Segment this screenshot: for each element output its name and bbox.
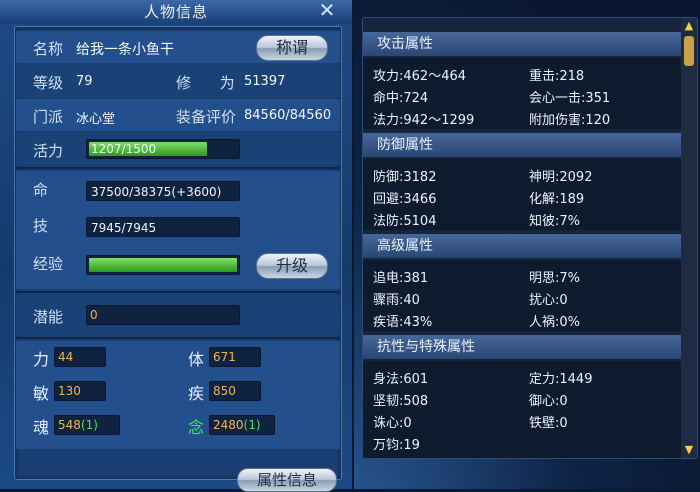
sect-row: 门派 冰心堂 装备评价 84560/84560 <box>16 99 340 131</box>
divine-attr: 神明:2092 <box>529 170 593 185</box>
accuracy-attr: 命中:724 <box>373 91 429 106</box>
soul-value: 548(1) <box>54 415 120 435</box>
evasion-attr: 回避:3466 <box>373 192 437 207</box>
insight-attr: 知彼:7% <box>529 214 581 229</box>
close-icon[interactable]: ✕ <box>316 0 338 20</box>
defense-attr: 防御:3182 <box>373 170 437 185</box>
resource-block: 命 37500/38375(+3600) 技 7945/7945 经验 升级 <box>16 171 340 289</box>
hp-value: 37500/38375(+3600) <box>86 181 240 201</box>
rainstorm-attr: 骤雨:40 <box>373 293 420 308</box>
character-info-body: 名称 给我一条小鱼干 称谓 等级 79 修 为 51397 门派 冰心堂 装备评… <box>14 26 342 480</box>
title-button[interactable]: 称谓 <box>256 35 328 61</box>
constitution-value: 671 <box>209 347 261 367</box>
advanced-body: 追电:381 明思:7% 骤雨:40 扰心:0 疾语:43% 人祸:0% <box>363 260 681 331</box>
extra-damage-attr: 附加伤害:120 <box>529 113 611 128</box>
level-value: 79 <box>76 74 93 89</box>
attribute-info-tab[interactable]: 属性信息 <box>237 468 337 492</box>
clear-thought-attr: 明思:7% <box>529 271 581 286</box>
heavy-force-attr: 万钧:19 <box>373 438 420 453</box>
exp-label: 经验 <box>33 255 64 273</box>
equip-score-value: 84560/84560 <box>244 108 332 123</box>
scroll-up-icon[interactable]: ▲ <box>681 18 697 34</box>
potential-value: 0 <box>86 305 240 325</box>
skill-value: 7945/7945 <box>86 217 240 237</box>
title-bar[interactable]: 人物信息 ✕ <box>0 0 352 24</box>
guard-mind-attr: 御心:0 <box>529 394 568 409</box>
crit-hit-attr: 重击:218 <box>529 69 585 84</box>
attack-body: 攻力:462～464 重击:218 命中:724 会心一击:351 法力:942… <box>363 58 681 129</box>
disaster-attr: 人祸:0% <box>529 315 581 330</box>
level-row: 等级 79 修 为 51397 <box>16 65 340 97</box>
stats-block: 力 44 体 671 敏 130 疾 850 魂 548(1) 念 2480(1… <box>16 341 340 449</box>
exp-bar <box>86 255 240 275</box>
divider <box>16 337 340 339</box>
equip-score-label: 装备评价 <box>176 108 237 126</box>
mind-bonus: (1) <box>243 418 261 432</box>
scrollbar[interactable]: ▲ ▼ <box>681 18 697 458</box>
cultivation-value: 51397 <box>244 74 286 89</box>
character-name: 给我一条小鱼干 <box>76 42 174 58</box>
defense-body: 防御:3182 神明:2092 回避:3466 化解:189 法防:5104 知… <box>363 159 681 230</box>
constitution-label: 体 <box>188 350 205 369</box>
pierce-mind-attr: 诛心:0 <box>373 416 412 431</box>
speed-value: 850 <box>209 381 261 401</box>
potential-label: 潜能 <box>33 308 64 326</box>
magic-attr: 法力:942～1299 <box>373 113 475 128</box>
iron-wall-attr: 铁壁:0 <box>529 416 568 431</box>
sect-label: 门派 <box>33 108 64 126</box>
attack-header: 攻击属性 <box>363 32 681 56</box>
chase-lightning-attr: 追电:381 <box>373 271 429 286</box>
mind-value: 2480(1) <box>209 415 275 435</box>
name-row: 名称 给我一条小鱼干 称谓 <box>16 31 340 63</box>
sect-value: 冰心堂 <box>76 112 116 127</box>
composure-attr: 定力:1449 <box>529 372 593 387</box>
vitality-bar: 1207/1500 <box>86 139 240 159</box>
toughness-attr: 坚韧:508 <box>373 394 429 409</box>
agility-label: 敏 <box>33 384 50 403</box>
potential-row: 潜能 0 <box>16 295 340 335</box>
level-label: 等级 <box>33 74 64 92</box>
speed-label: 疾 <box>188 384 205 403</box>
soul-label: 魂 <box>33 418 50 437</box>
divider <box>16 167 340 169</box>
agility-value: 130 <box>54 381 106 401</box>
swift-words-attr: 疾语:43% <box>373 315 433 330</box>
agility-move-attr: 身法:601 <box>373 372 429 387</box>
scroll-down-icon[interactable]: ▼ <box>681 442 697 458</box>
scroll-thumb[interactable] <box>684 36 694 66</box>
character-info-panel: 人物信息 ✕ 名称 给我一条小鱼干 称谓 等级 79 修 为 51397 门派 … <box>0 0 354 489</box>
soul-bonus: (1) <box>80 418 98 432</box>
upgrade-button[interactable]: 升级 <box>256 253 328 279</box>
vitality-label: 活力 <box>33 142 64 160</box>
dissolve-attr: 化解:189 <box>529 192 585 207</box>
cultivation-label: 修 为 <box>176 74 235 92</box>
magic-defense-attr: 法防:5104 <box>373 214 437 229</box>
resist-header: 抗性与特殊属性 <box>363 335 681 359</box>
window-title: 人物信息 <box>143 3 208 21</box>
mind-base: 2480 <box>213 418 244 432</box>
exp-fill <box>89 258 237 272</box>
resist-body: 身法:601 定力:1449 坚韧:508 御心:0 诛心:0 铁壁:0 万钧:… <box>363 361 681 458</box>
strength-label: 力 <box>33 350 50 369</box>
strength-value: 44 <box>54 347 106 367</box>
defense-header: 防御属性 <box>363 133 681 157</box>
hp-label: 命 <box>33 181 49 199</box>
attack-attr: 攻力:462～464 <box>373 69 467 84</box>
divider <box>16 291 340 293</box>
vitality-value: 1207/1500 <box>91 142 157 156</box>
advanced-header: 高级属性 <box>363 234 681 258</box>
mind-label: 念 <box>188 418 205 437</box>
critical-attr: 会心一击:351 <box>529 91 611 106</box>
soul-base: 548 <box>58 418 81 432</box>
vitality-row: 活力 1207/1500 <box>16 133 340 165</box>
disturb-mind-attr: 扰心:0 <box>529 293 568 308</box>
skill-label: 技 <box>33 217 49 235</box>
name-label: 名称 <box>33 40 64 58</box>
attributes-panel: 攻击属性 攻力:462～464 重击:218 命中:724 会心一击:351 法… <box>362 17 698 459</box>
